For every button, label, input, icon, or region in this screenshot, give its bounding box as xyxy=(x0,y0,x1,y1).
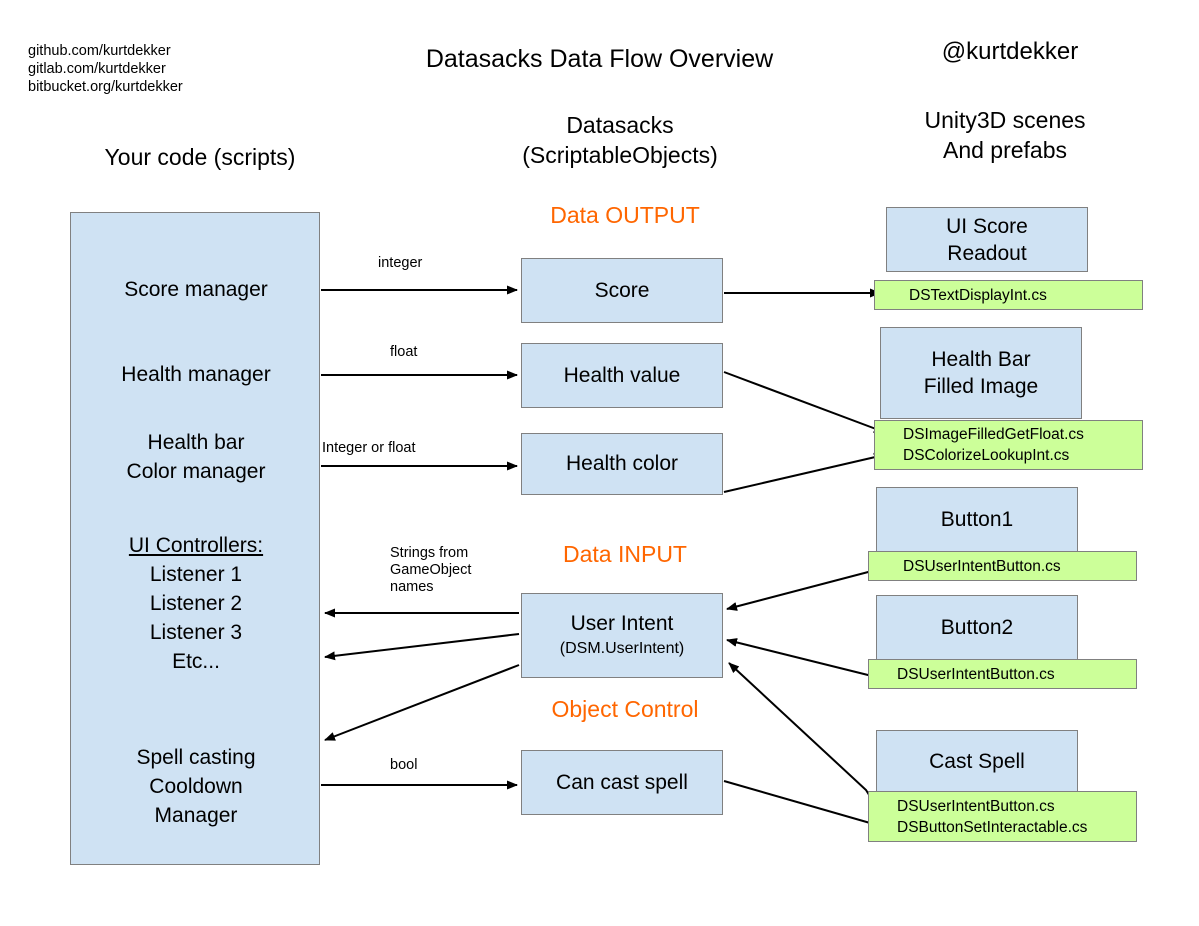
script-dstextdisplayint: DSTextDisplayInt.cs xyxy=(909,286,1047,304)
scene-object-button1-label: Button1 xyxy=(940,508,1014,531)
arrow-label-integer: integer xyxy=(378,255,423,271)
datasack-score[interactable]: Score xyxy=(521,258,723,323)
line-castspell-dsuserintentbutton-to-user-intent xyxy=(728,662,877,807)
script-dsuserintentbutton-1: DSUserIntentButton.cs xyxy=(903,557,1061,575)
scene-object-cast-spell-label: Cast Spell xyxy=(929,749,1025,773)
script-dsbuttonsetinteractable: DSButtonSetInteractable.cs xyxy=(897,818,1088,836)
scene-object-button2-label: Button2 xyxy=(940,616,1014,639)
left-item-etc: Etc... xyxy=(172,650,220,673)
left-item-ui-controllers-heading: UI Controllers: xyxy=(128,534,264,557)
scene-object-ui-score-readout[interactable]: UI Score Readout xyxy=(886,207,1088,272)
section-label-object-control: Object Control xyxy=(551,696,699,722)
datasack-health-color[interactable]: Health color xyxy=(521,433,723,495)
datasack-user-intent[interactable]: User Intent (DSM.UserIntent) xyxy=(521,593,723,678)
column-heading-right: Unity3D scenes And prefabs xyxy=(924,107,1086,163)
left-item-listener-3: Listener 3 xyxy=(149,621,243,644)
datasack-health-color-label: Health color xyxy=(565,452,679,475)
datasack-user-intent-label: User Intent xyxy=(570,611,674,635)
author-handle: @kurtdekker xyxy=(941,38,1079,65)
line-health-value-to-dsimagefilled xyxy=(723,371,885,433)
script-dsuserintentbutton-3: DSUserIntentButton.cs xyxy=(897,797,1055,815)
script-strip-health[interactable]: DSImageFilledGetFloat.cs DSColorizeLooku… xyxy=(874,420,1143,470)
script-strip-button1[interactable]: DSUserIntentButton.cs xyxy=(868,551,1137,581)
line-can-cast-to-dsbuttonsetinteractable xyxy=(723,780,885,829)
arrow-label-bool: bool xyxy=(390,757,418,773)
line-dsuserintentbutton1-to-user-intent xyxy=(726,570,873,611)
left-item-listener-2: Listener 2 xyxy=(149,592,243,615)
section-label-data-input: Data INPUT xyxy=(563,541,687,567)
left-item-spell-casting-cooldown-manager: Spell casting Cooldown Manager xyxy=(136,746,256,827)
scene-object-ui-score-readout-label: UI Score Readout xyxy=(946,214,1028,265)
script-strip-button2[interactable]: DSUserIntentButton.cs xyxy=(868,659,1137,689)
datasack-health-value[interactable]: Health value xyxy=(521,343,723,408)
diagram-canvas: github.com/kurtdekker gitlab.com/kurtdek… xyxy=(0,0,1199,926)
line-dsuserintentbutton2-to-user-intent xyxy=(726,638,873,677)
scene-object-button1[interactable]: Button1 xyxy=(876,487,1078,552)
scene-object-cast-spell[interactable]: Cast Spell xyxy=(876,730,1078,792)
line-user-intent-to-listener-3 xyxy=(324,633,520,661)
script-strip-cast-spell[interactable]: DSUserIntentButton.cs DSButtonSetInterac… xyxy=(868,791,1137,842)
arrow-label-strings-from-gameobject-names: Strings from GameObject names xyxy=(390,545,472,595)
datasack-health-value-label: Health value xyxy=(563,363,681,387)
script-dscolorizelookupint: DSColorizeLookupInt.cs xyxy=(903,447,1070,464)
datasack-can-cast-spell[interactable]: Can cast spell xyxy=(521,750,723,815)
scene-object-button2[interactable]: Button2 xyxy=(876,595,1078,660)
left-item-health-manager: Health manager xyxy=(121,363,271,386)
datasack-user-intent-sublabel: (DSM.UserIntent) xyxy=(559,639,685,657)
datasack-score-label: Score xyxy=(594,278,650,302)
script-dsimagefilledgetfloat: DSImageFilledGetFloat.cs xyxy=(903,426,1084,443)
datasack-can-cast-spell-label: Can cast spell xyxy=(556,770,688,794)
left-item-score-manager: Score manager xyxy=(124,278,268,301)
column-heading-left: Your code (scripts) xyxy=(104,144,296,170)
scene-object-health-bar-filled-image[interactable]: Health Bar Filled Image xyxy=(880,327,1082,419)
left-item-health-bar-color-manager: Health bar Color manager xyxy=(126,431,266,483)
scene-object-health-bar-label: Health Bar Filled Image xyxy=(923,348,1039,398)
arrow-label-float: float xyxy=(390,344,418,360)
script-dsuserintentbutton-2: DSUserIntentButton.cs xyxy=(897,665,1055,683)
section-label-data-output: Data OUTPUT xyxy=(550,202,700,228)
script-strip-score[interactable]: DSTextDisplayInt.cs xyxy=(874,280,1143,310)
column-heading-middle: Datasacks (ScriptableObjects) xyxy=(522,112,718,168)
arrow-label-integer-or-float: Integer or float xyxy=(322,440,416,456)
left-item-listener-1: Listener 1 xyxy=(149,563,243,586)
line-health-color-to-dscolorize xyxy=(723,452,885,493)
your-code-panel: Score manager Health manager Health bar … xyxy=(70,212,320,865)
